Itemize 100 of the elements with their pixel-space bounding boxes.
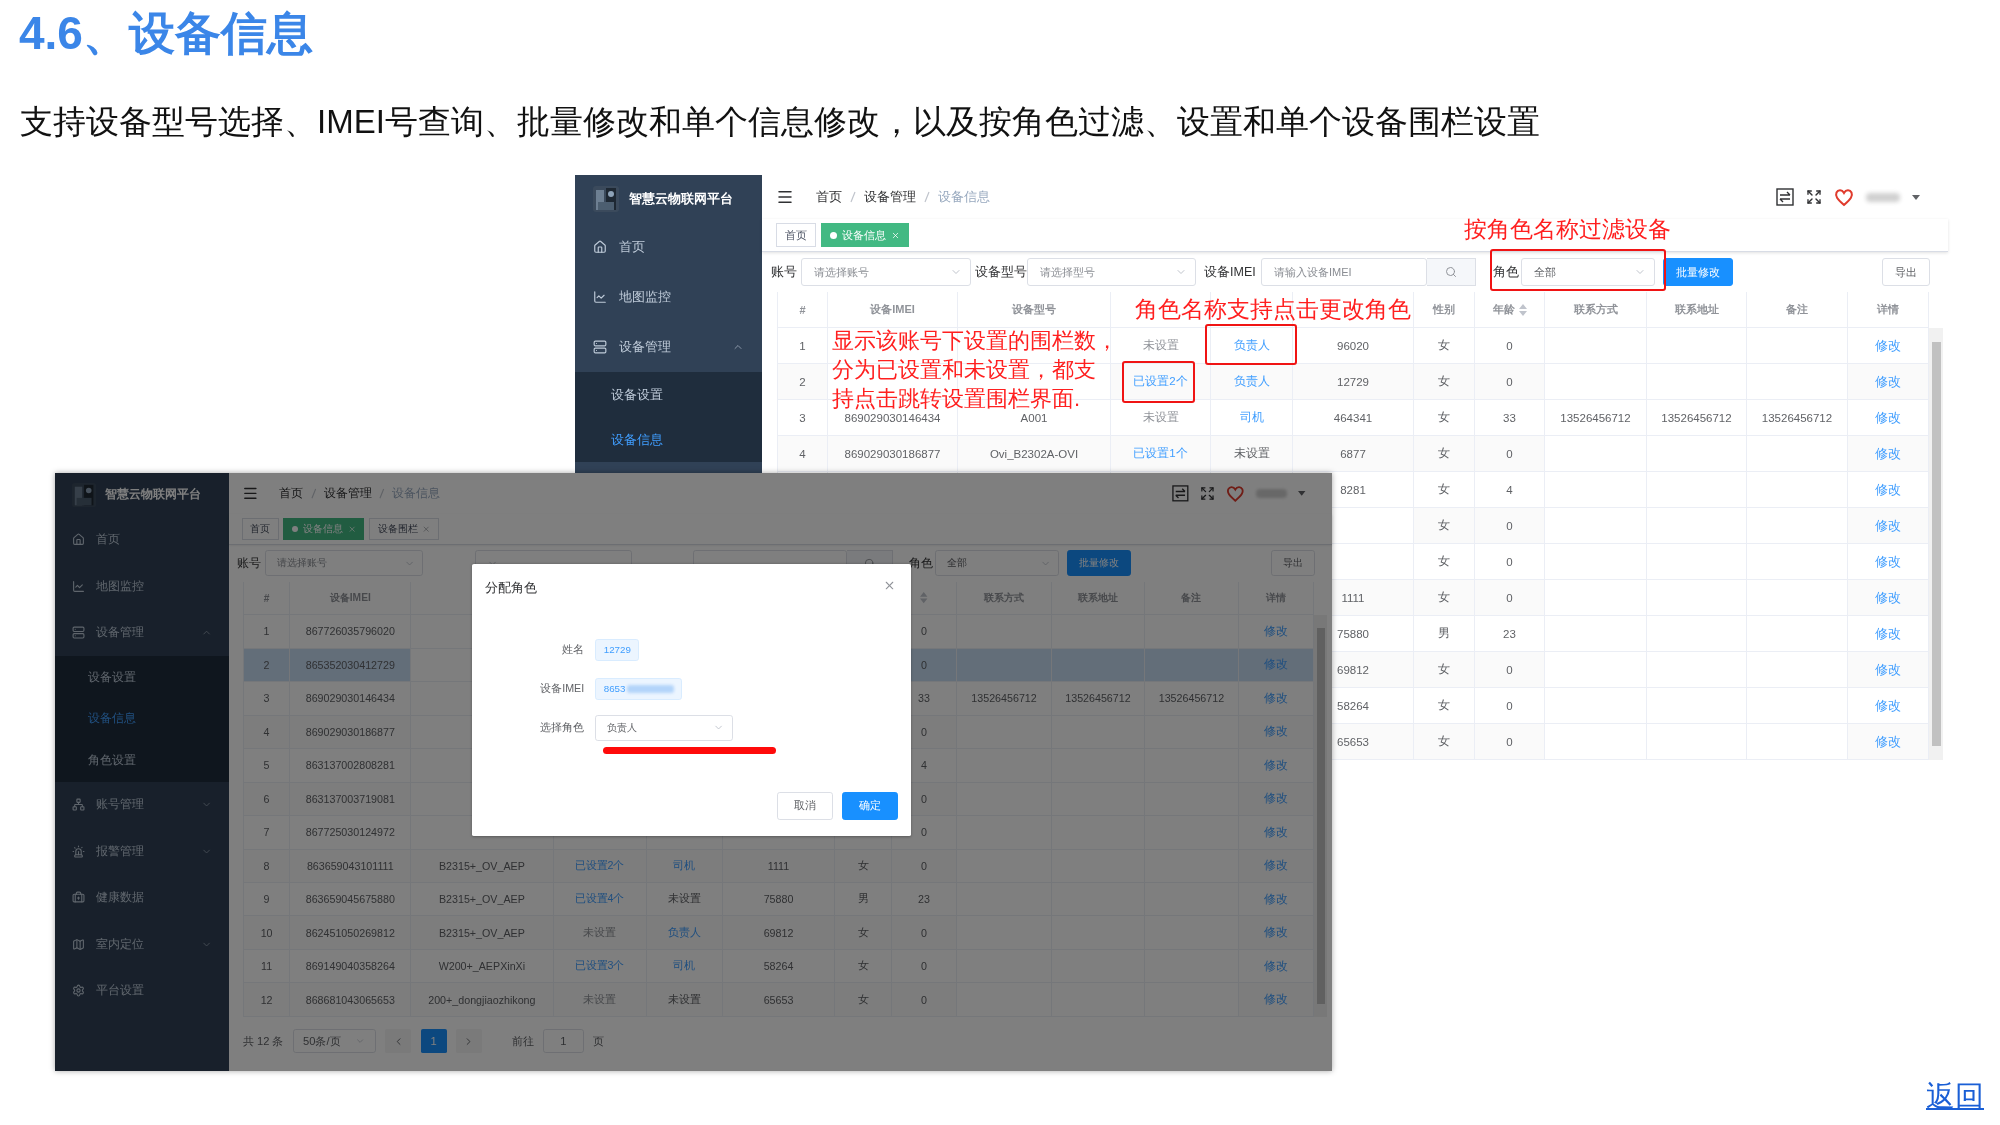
role-link[interactable]: 未设置 [1233,446,1270,461]
close-icon[interactable] [422,524,431,533]
batch-edit-button[interactable]: 批量修改 [1663,258,1733,286]
fence-status[interactable]: 已设置4个 [574,892,625,907]
menu-item[interactable]: 地图监控 [55,563,229,610]
menu-icon[interactable] [776,188,794,206]
submenu-item[interactable]: 设备信息 [575,417,762,462]
submenu-item[interactable]: 设备信息 [55,698,229,740]
edit-link[interactable]: 修改 [1264,991,1289,1009]
tab[interactable]: 首页 [776,223,816,247]
annotation-text: 分为已设置和未设置，都支 [832,356,1096,384]
imei-field[interactable]: 请输入设备IMEI [1261,258,1427,286]
sort-icon[interactable] [1518,303,1527,316]
page-size-select[interactable]: 50条/页 [292,1029,376,1054]
export-button[interactable]: 导出 [1882,258,1930,286]
heart-icon[interactable] [1834,187,1854,207]
edit-link[interactable]: 修改 [1875,588,1901,607]
house-icon [71,533,85,547]
edit-link[interactable]: 修改 [1875,696,1901,715]
edit-link[interactable]: 修改 [1264,656,1289,674]
submenu-item[interactable]: 角色设置 [55,739,229,782]
app-name: 智慧云物联网平台 [629,189,733,208]
menu-item[interactable]: 室内定位 [55,921,229,968]
batch-edit-button[interactable]: 批量修改 [1066,550,1132,577]
role-select[interactable]: 负责人 [595,714,733,741]
role-link[interactable]: 未设置 [667,992,701,1007]
slash-icon [924,191,930,203]
edit-link[interactable]: 修改 [1264,857,1289,875]
heart-icon[interactable] [1225,484,1245,503]
edit-link[interactable]: 修改 [1875,480,1901,499]
edit-link[interactable]: 修改 [1875,732,1901,751]
column-header: 设备型号 [958,292,1111,328]
menu-item[interactable]: 首页 [575,222,762,272]
tab[interactable]: 设备信息 [821,223,909,247]
menu-item[interactable]: 设备管理 [575,322,762,372]
breadcrumb-link[interactable]: 首页 [816,188,842,206]
menu-item[interactable]: 设备管理 [55,609,229,657]
close-icon[interactable] [347,524,356,533]
edit-link[interactable]: 修改 [1264,823,1289,841]
breadcrumb-link[interactable]: 设备管理 [864,188,916,206]
edit-link[interactable]: 修改 [1875,516,1901,535]
fullscreen-icon[interactable] [1806,189,1822,205]
role-link[interactable]: 负责人 [1233,338,1270,353]
edit-link[interactable]: 修改 [1264,723,1289,741]
column-header: 联系方式 [1545,292,1647,328]
table-cell: 0 [1475,364,1545,399]
role-select[interactable]: 全部 [1521,258,1655,286]
fence-status[interactable]: 已设置3个 [574,959,625,974]
menu-item[interactable]: 健康数据 [55,874,229,922]
menu-item[interactable]: 首页 [55,516,229,564]
menu-item[interactable]: 地图监控 [575,272,762,322]
edit-link[interactable]: 修改 [1264,623,1289,640]
page-input[interactable]: 1 [543,1029,584,1054]
role-link[interactable]: 未设置 [667,892,701,907]
edit-link[interactable]: 修改 [1264,756,1289,774]
submenu-item[interactable]: 设备设置 [575,372,762,417]
edit-link[interactable]: 修改 [1264,790,1289,808]
submenu-item[interactable]: 设备设置 [55,656,229,699]
page-button[interactable]: 1 [420,1029,447,1054]
role-select[interactable]: 全部 [934,550,1060,577]
table-cell: 6877 [1293,436,1414,471]
tab[interactable]: 首页 [241,517,279,540]
export-button[interactable]: 导出 [1270,550,1316,577]
menu-item[interactable]: 账号管理 [55,781,229,829]
close-icon[interactable] [891,230,900,240]
role-link[interactable]: 司机 [673,858,696,873]
fence-status[interactable]: 已设置2个 [1133,374,1188,389]
edit-link[interactable]: 修改 [1875,372,1901,391]
back-link[interactable]: 返回 [1926,1077,1984,1117]
fence-status[interactable]: 已设置2个 [574,858,625,873]
cancel-button[interactable]: 取消 [777,792,833,820]
role-link[interactable]: 负责人 [1233,374,1270,389]
edit-link[interactable]: 修改 [1875,624,1901,643]
confirm-button[interactable]: 确定 [841,792,898,820]
model-select[interactable]: 请选择型号 [1027,258,1196,286]
edit-link[interactable]: 修改 [1875,552,1901,571]
edit-link[interactable]: 修改 [1875,660,1901,679]
edit-link[interactable]: 修改 [1264,924,1289,942]
account-select[interactable]: 请选择账号 [801,258,971,286]
edit-link[interactable]: 修改 [1875,408,1901,427]
role-link[interactable]: 司机 [1239,410,1264,425]
tab[interactable]: 设备信息 [283,517,365,540]
edit-link[interactable]: 修改 [1875,444,1901,463]
role-link[interactable]: 负责人 [667,925,701,940]
tab[interactable]: 设备围栏 [369,517,439,540]
edit-link[interactable]: 修改 [1264,890,1289,908]
breadcrumb-link[interactable]: 设备信息 [938,188,990,206]
edit-link[interactable]: 修改 [1264,689,1289,707]
breadcrumb-link[interactable]: 设备管理 [323,485,372,501]
fence-status[interactable]: 已设置1个 [1133,446,1188,461]
edit-link[interactable]: 修改 [1875,336,1901,355]
annotation-text: 显示该账号下设置的围栏数， [832,327,1118,355]
edit-link[interactable]: 修改 [1264,957,1289,975]
role-link[interactable]: 司机 [673,959,696,974]
sort-icon[interactable] [920,592,928,604]
caret-icon[interactable] [1912,194,1920,200]
menu-item[interactable]: 报警管理 [55,828,229,875]
swap-icon[interactable] [1776,188,1794,206]
caret-icon[interactable] [1298,491,1306,496]
breadcrumb-link[interactable]: 首页 [279,485,304,501]
